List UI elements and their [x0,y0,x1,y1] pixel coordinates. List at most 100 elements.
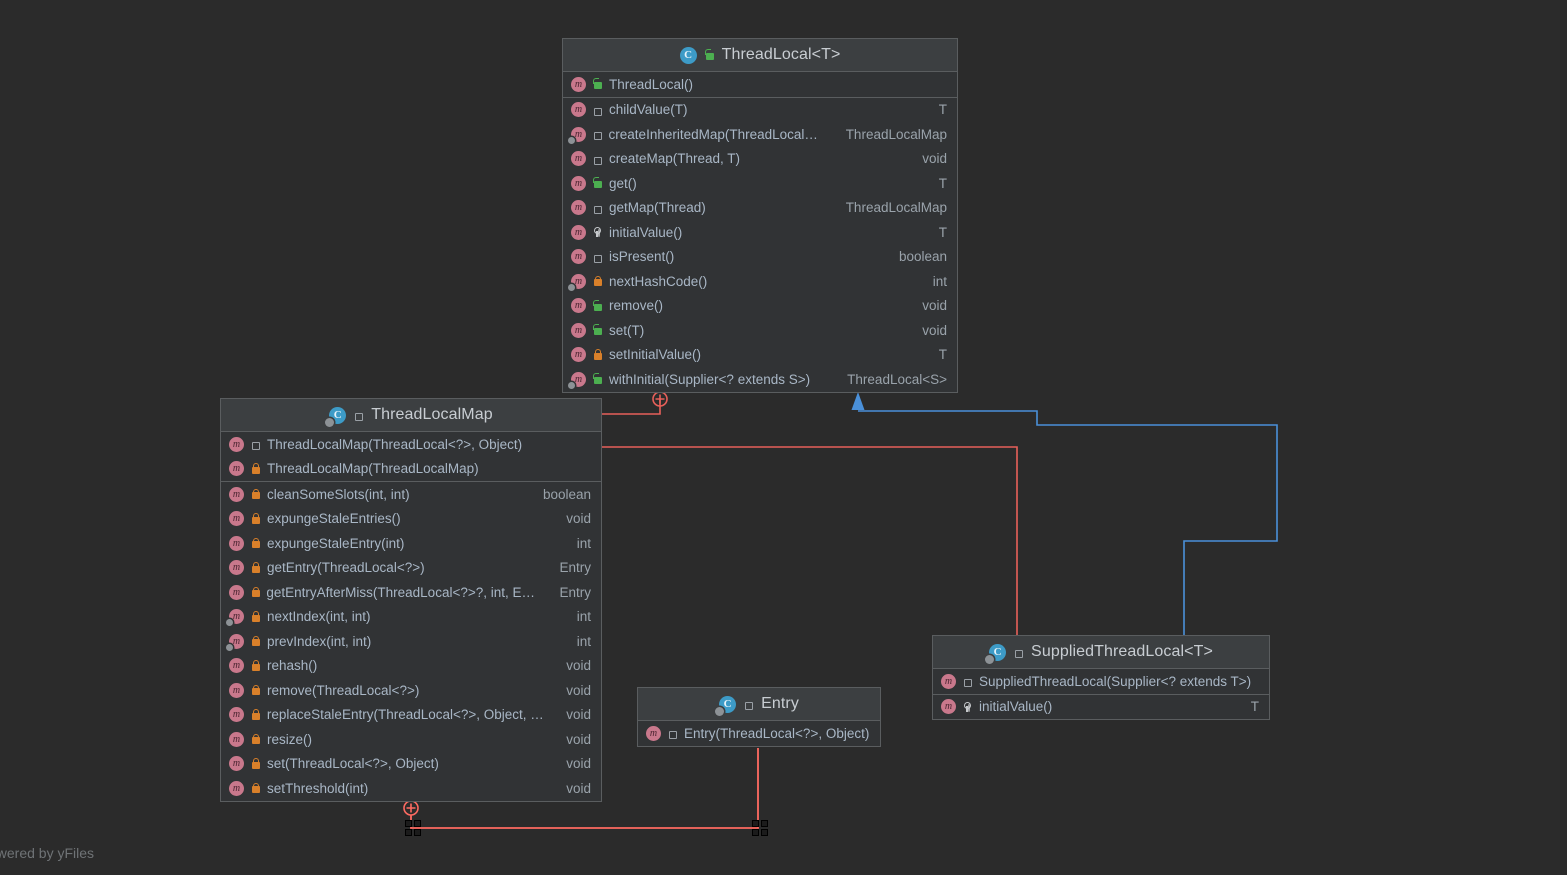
uml-section-constructors: m ThreadLocal() [563,72,957,97]
method-icon: m [941,673,956,689]
method-icon: m [229,486,244,502]
member-return-type: void [566,658,591,674]
member-return-type: void [566,756,591,772]
uml-member-row[interactable]: m expungeStaleEntries() void [221,507,601,532]
uml-member-row[interactable]: m nextHashCode() int [563,269,957,294]
package-private-icon [592,153,603,165]
uml-section-methods: m cleanSomeSlots(int, int) boolean m expunge… [221,481,601,801]
method-icon: m [229,658,244,674]
circle-plus-marker [403,800,419,816]
member-signature: cleanSomeSlots(int, int) [267,486,410,502]
public-lock-icon [592,324,603,336]
uml-member-row[interactable]: m getEntry(ThreadLocal<?>) Entry [221,556,601,581]
uml-member-row[interactable]: m get() T [563,171,957,196]
member-return-type: void [566,780,591,796]
method-icon: m [229,756,244,772]
package-private-icon [1013,646,1024,658]
package-private-icon [592,128,603,141]
uml-member-row[interactable]: m initialValue() T [933,695,1269,720]
uml-member-row[interactable]: m Entry(ThreadLocal<?>, Object) [638,721,880,746]
uml-member-row[interactable]: m remove() void [563,294,957,319]
uml-member-row[interactable]: m rehash() void [221,654,601,679]
uml-member-row[interactable]: m isPresent() boolean [563,245,957,270]
member-return-type: ThreadLocalMap [845,200,947,216]
edge-selection-handle[interactable] [414,820,421,827]
uml-member-row[interactable]: m childValue(T) T [563,98,957,123]
method-icon: m [571,249,586,265]
package-private-icon [667,727,678,740]
uml-class-header-entry[interactable]: C Entry [638,688,880,721]
uml-class-node-threadlocal[interactable]: C ThreadLocal<T> m ThreadLocal() m childValue… [562,38,958,393]
static-method-icon: m [568,371,586,389]
private-lock-icon [250,488,261,500]
uml-member-row[interactable]: m remove(ThreadLocal<?>) void [221,678,601,703]
edge-selection-handle[interactable] [405,820,412,827]
member-return-type: ThreadLocal<S> [847,371,947,387]
uml-member-row[interactable]: m set(T) void [563,318,957,343]
package-private-icon [962,675,973,688]
uml-member-row[interactable]: m prevIndex(int, int) int [221,629,601,654]
uml-member-row[interactable]: m getMap(Thread) ThreadLocalMap [563,196,957,221]
uml-class-header-threadlocal[interactable]: C ThreadLocal<T> [563,39,957,72]
inner-class-edge-suppliedthreadlocal[interactable] [602,446,1018,635]
edge-selection-handle[interactable] [414,829,421,836]
uml-member-row[interactable]: m withInitial(Supplier<? extends S>) Threa… [563,367,957,392]
uml-class-header-threadlocalmap[interactable]: C ThreadLocalMap [221,399,601,432]
inheritance-edge-suppliedthreadlocal[interactable] [851,392,1278,635]
private-lock-icon [250,635,261,647]
member-return-type: void [922,298,947,314]
uml-member-row[interactable]: m getEntryAfterMiss(ThreadLocal<?>?, int,… [221,580,601,605]
method-icon: m [571,347,586,363]
uml-member-row[interactable]: m set(ThreadLocal<?>, Object) void [221,752,601,777]
circle-plus-marker [652,391,668,407]
uml-member-row[interactable]: m nextIndex(int, int) int [221,605,601,630]
member-signature: prevIndex(int, int) [267,633,372,649]
private-lock-icon [250,586,261,598]
uml-member-row[interactable]: m cleanSomeSlots(int, int) boolean [221,482,601,507]
member-return-type: void [922,322,947,338]
uml-member-row[interactable]: m expungeStaleEntry(int) int [221,531,601,556]
uml-class-node-threadlocalmap[interactable]: C ThreadLocalMap m ThreadLocalMap(ThreadLoc… [220,398,602,802]
member-return-type: T [938,224,947,240]
method-icon: m [571,102,586,118]
member-return-type: int [576,535,591,551]
uml-member-row[interactable]: m initialValue() T [563,220,957,245]
member-signature: isPresent() [609,249,675,265]
uml-member-row[interactable]: m createInheritedMap(ThreadLocalMap) Threa… [563,122,957,147]
member-return-type: Entry [559,560,591,576]
uml-member-row[interactable]: m replaceStaleEntry(ThreadLocal<?>, Objec… [221,703,601,728]
uml-class-title: ThreadLocalMap [371,406,493,423]
edge-selection-handle[interactable] [752,820,759,827]
uml-member-row[interactable]: m ThreadLocal() [563,72,957,97]
uml-member-row[interactable]: m setThreshold(int) void [221,776,601,801]
uml-member-row[interactable]: m ThreadLocalMap(ThreadLocalMap) [221,457,601,482]
private-lock-icon [250,782,261,794]
uml-member-row[interactable]: m SuppliedThreadLocal(Supplier<? extends … [933,669,1269,694]
private-lock-icon [250,733,261,745]
uml-class-header-suppliedthreadlocal[interactable]: C SuppliedThreadLocal<T> [933,636,1269,669]
member-return-type: void [566,731,591,747]
diagram-canvas[interactable]: ThreadLocal (inner class, red, with circ… [0,0,1567,875]
inner-class-edge-threadlocalmap[interactable] [602,391,668,415]
member-return-type: boolean [898,249,947,265]
member-return-type: int [576,609,591,625]
uml-member-row[interactable]: m createMap(Thread, T) void [563,147,957,172]
member-return-type: boolean [542,486,591,502]
edge-selection-handle[interactable] [761,829,768,836]
edge-selection-handle[interactable] [405,829,412,836]
method-icon: m [229,584,244,600]
member-signature: setThreshold(int) [267,780,369,796]
uml-member-row[interactable]: m ThreadLocalMap(ThreadLocal<?>, Object) [221,432,601,457]
member-signature: initialValue() [609,224,683,240]
uml-member-row[interactable]: m setInitialValue() T [563,343,957,368]
member-signature: expungeStaleEntry(int) [267,535,405,551]
private-lock-icon [250,611,261,623]
edge-selection-handle[interactable] [761,820,768,827]
uml-class-node-suppliedthreadlocal[interactable]: C SuppliedThreadLocal<T> m SuppliedThreadLo… [932,635,1270,720]
member-signature: nextIndex(int, int) [267,609,371,625]
edge-selection-handle[interactable] [752,829,759,836]
method-icon: m [571,224,586,240]
member-signature: createInheritedMap(ThreadLocalMap) [608,126,826,142]
uml-member-row[interactable]: m resize() void [221,727,601,752]
uml-class-node-entry[interactable]: C Entry m Entry(ThreadLocal<?>, Object) [637,687,881,747]
